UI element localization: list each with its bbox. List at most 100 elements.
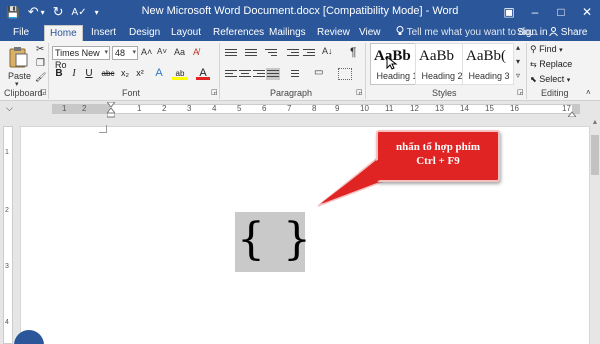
share-button[interactable]: Share (549, 25, 587, 40)
tab-file[interactable]: File (8, 25, 34, 41)
tab-selector-icon[interactable]: ⌵ (6, 103, 13, 114)
ruler-number: 1 (137, 104, 142, 113)
close-icon[interactable]: ✕ (574, 0, 600, 24)
highlight-color-button[interactable]: ab (172, 67, 188, 80)
styles-group-label: Styles (432, 88, 457, 98)
font-color-button[interactable]: A (196, 67, 210, 80)
ruler-number: 11 (385, 104, 394, 113)
borders-icon[interactable] (338, 68, 352, 80)
clear-formatting-icon[interactable]: A̸ (193, 47, 199, 57)
styles-scroll-down-icon[interactable]: ▾ (516, 57, 520, 66)
find-button[interactable]: ⚲ Find ▾ (530, 44, 563, 56)
font-name-combo[interactable]: Times New Ro ▾ (52, 46, 110, 70)
undo-icon[interactable]: ↶ (28, 4, 39, 20)
cut-icon[interactable]: ✂ (36, 44, 44, 55)
tab-home[interactable]: Home (44, 25, 83, 41)
superscript-button[interactable]: x² (133, 67, 147, 80)
tab-mailings[interactable]: Mailings (264, 25, 311, 41)
shading-icon[interactable]: ▭ (314, 67, 323, 78)
italic-button[interactable]: I (67, 67, 81, 80)
ruler-number: 3 (187, 104, 192, 113)
ruler-number: 13 (435, 104, 444, 113)
line-spacing-icon[interactable] (286, 68, 300, 80)
chevron-down-icon: ▾ (559, 47, 563, 54)
redo-icon[interactable]: ↻ (53, 4, 64, 20)
ribbon-display-options-icon[interactable]: ▣ (496, 0, 522, 24)
separator (526, 43, 527, 99)
sign-in-link[interactable]: Sign in (517, 25, 548, 40)
separator (48, 43, 49, 99)
restore-icon[interactable]: □ (548, 0, 574, 24)
scroll-up-icon[interactable]: ▲ (590, 119, 600, 126)
tab-layout[interactable]: Layout (166, 25, 206, 41)
tab-design[interactable]: Design (124, 25, 165, 41)
minimize-icon[interactable]: – (522, 0, 548, 24)
replace-button[interactable]: ⇆ Replace (530, 59, 572, 71)
align-left-icon[interactable] (224, 68, 238, 80)
chevron-down-icon: ▾ (132, 49, 136, 56)
bold-button[interactable]: B (52, 67, 66, 80)
paragraph-launcher-icon[interactable]: ◲ (356, 88, 363, 96)
tab-view[interactable]: View (354, 25, 386, 41)
spelling-icon[interactable]: A✓ (72, 7, 87, 18)
field-close-brace: } (283, 214, 311, 265)
grow-font-icon[interactable]: A˄ (141, 47, 152, 57)
select-label: Select (539, 74, 565, 84)
undo-dropdown-icon[interactable]: ▾ (41, 8, 45, 17)
field-open-brace: { (237, 214, 265, 265)
ruler-number: 6 (262, 104, 267, 113)
paste-dropdown-icon[interactable]: ▾ (15, 80, 19, 88)
vertical-scrollbar[interactable]: ▲ (590, 117, 600, 344)
search-icon: ⚲ (530, 44, 537, 54)
ruler-number: 4 (5, 319, 9, 326)
align-right-icon[interactable] (252, 68, 266, 80)
decrease-indent-icon[interactable] (286, 47, 300, 59)
right-indent-marker-icon[interactable] (568, 109, 576, 117)
tab-references[interactable]: References (208, 25, 269, 41)
multilevel-list-icon[interactable] (264, 47, 278, 59)
format-painter-icon[interactable]: 🖌 (35, 72, 46, 83)
styles-scroll-up-icon[interactable]: ▴ (516, 43, 520, 52)
underline-button[interactable]: U (82, 67, 96, 80)
title-bar: 💾 ↶ ▾ ↻ A✓ ▾ New Microsoft Word Document… (0, 0, 600, 24)
text-effects-button[interactable]: A (152, 67, 166, 80)
field-code-braces[interactable]: { } (235, 212, 311, 272)
style-heading-2[interactable]: AaBb Heading 2 (415, 43, 467, 85)
style-sample: AaBb( (466, 48, 506, 64)
subscript-button[interactable]: x₂ (118, 67, 132, 80)
editing-group-label: Editing (541, 88, 569, 98)
tab-insert[interactable]: Insert (86, 25, 121, 41)
font-size-combo[interactable]: 48 ▾ (112, 46, 138, 60)
mouse-cursor-icon (386, 56, 398, 70)
sort-icon[interactable]: A↓ (322, 46, 333, 56)
scrollbar-thumb[interactable] (591, 135, 599, 175)
paste-button[interactable]: Paste ▾ (4, 44, 32, 88)
paragraph-group-label: Paragraph (270, 88, 313, 98)
numbering-icon[interactable] (244, 47, 258, 59)
copy-icon[interactable]: ❐ (36, 58, 45, 69)
save-icon[interactable]: 💾 (6, 6, 20, 19)
bullets-icon[interactable] (224, 47, 238, 59)
style-heading-3[interactable]: AaBb( Heading 3 (462, 43, 514, 85)
strikethrough-button[interactable]: abc (99, 67, 117, 80)
show-formatting-icon[interactable]: ¶ (350, 45, 356, 59)
styles-launcher-icon[interactable]: ◲ (517, 88, 524, 96)
horizontal-ruler[interactable]: ⌵ 1 2 1 2 3 4 5 6 7 8 9 10 11 12 13 14 1… (0, 101, 600, 118)
font-launcher-icon[interactable]: ◲ (211, 88, 218, 96)
share-person-icon (549, 27, 558, 37)
callout-pointer-fill (320, 158, 390, 204)
increase-indent-icon[interactable] (302, 47, 316, 59)
window-controls: ▣ – □ ✕ (496, 0, 600, 24)
ruler-number: 14 (460, 104, 469, 113)
shrink-font-icon[interactable]: A˅ (157, 47, 167, 56)
collapse-ribbon-icon[interactable]: ˄ (586, 88, 591, 97)
clipboard-launcher-icon[interactable]: ◲ (40, 88, 47, 96)
change-case-icon[interactable]: Aa (174, 47, 185, 57)
customize-qat-icon[interactable]: ▾ (95, 8, 99, 17)
indent-marker-icon[interactable] (107, 102, 115, 118)
align-center-icon[interactable] (238, 68, 252, 80)
justify-icon[interactable] (266, 68, 280, 80)
styles-more-icon[interactable]: ▿ (516, 71, 520, 80)
tab-review[interactable]: Review (312, 25, 355, 41)
select-button[interactable]: ⬉ Select ▾ (530, 74, 570, 86)
